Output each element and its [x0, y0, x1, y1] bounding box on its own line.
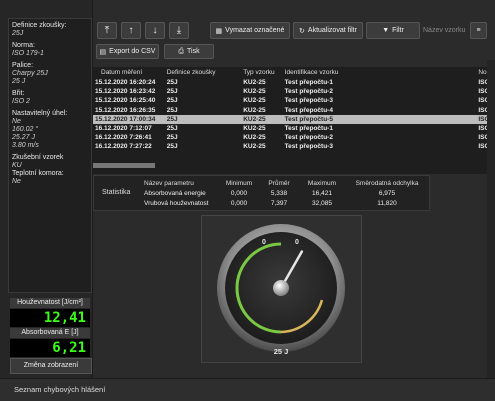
printer-icon: ⎙: [178, 47, 185, 55]
table-cell: Test přepočtu-3: [284, 143, 333, 151]
stats-row: Absorbovaná energie 0,000 5,338 16,421 6…: [144, 189, 396, 197]
table-cell: Test přepočtu-3: [284, 97, 333, 105]
test-parameters-panel: Definice zkoušky: 25J Norma: ISO 179-1 P…: [8, 18, 92, 293]
refresh-icon: ↻: [299, 27, 305, 35]
move-down-button[interactable]: ↓: [145, 22, 165, 39]
param-specimen: Zkušební vzorek KU: [12, 154, 64, 169]
stats-header-row: Název parametru Minimum Průměr Maximum S…: [144, 179, 419, 187]
table-cell: 25J: [166, 134, 178, 142]
table-cell: Test přepočtu-4: [284, 106, 333, 114]
arrow-up-icon: ↑: [128, 25, 134, 36]
move-bottom-button[interactable]: ⤓: [169, 22, 189, 39]
table-cell: 25J: [166, 125, 178, 133]
table-row[interactable]: 15.12.2020 16:26:35 25J KU2-25 Test přepočt…: [93, 106, 495, 115]
table-header-row: Datum měření Definice zkoušky Typ vzorku…: [93, 67, 495, 78]
param-definition: Definice zkoušky: 25J: [12, 22, 67, 37]
table-cell: 25J: [166, 97, 178, 105]
param-chamber: Teplotní komora: Ne: [12, 170, 64, 185]
horizontal-scrollbar[interactable]: [93, 163, 155, 168]
table-cell: Test přepočtu-5: [282, 114, 477, 124]
table-cell: 25J: [164, 114, 242, 124]
move-up-button[interactable]: ↑: [121, 22, 141, 39]
param-angle: Nastavitelný úhel: Ne 160.02 ° 25.27 J 3…: [12, 110, 68, 149]
table-row[interactable]: 16.12.2020 7:27:22 25J KU2-25 Test přepočtu…: [93, 142, 495, 151]
gauge-panel: 0 0 25 J: [201, 215, 362, 363]
gauge-unit-label: 25 J: [274, 347, 289, 356]
table-cell: KU2-25: [243, 125, 266, 133]
delete-icon: ▦: [215, 27, 223, 35]
table-cell: Test přepočtu-1: [284, 79, 333, 87]
table-row[interactable]: 15.12.2020 16:20:24 25J KU2-25 Test přepočt…: [93, 78, 495, 87]
table-cell: 25J: [166, 106, 178, 114]
table-cell: 15.12.2020 16:23:42: [95, 88, 156, 96]
table-cell: 25J: [166, 88, 178, 96]
gauge-label-left: 0: [262, 239, 266, 246]
change-view-button[interactable]: Změna zobrazení: [10, 358, 92, 374]
arrow-bottom-icon: ⤓: [176, 25, 182, 36]
col-type-header[interactable]: Typ vzorku: [241, 67, 282, 78]
arrow-down-icon: ↓: [152, 25, 158, 36]
table-cell: KU2-25: [243, 143, 266, 151]
error-messages-label: Seznam chybových hlášení: [14, 385, 106, 394]
param-hammer: Palice: Charpy 25J 25 J: [12, 62, 48, 85]
param-norm: Norma: ISO 179-1: [12, 42, 44, 57]
error-messages-bar[interactable]: Seznam chybových hlášení: [0, 378, 495, 401]
stats-row: Vrubová houževnatost 0,000 7,397 32,085 …: [144, 199, 397, 207]
col-id-header[interactable]: Identifikace vzorku: [283, 67, 477, 78]
col-definition-header[interactable]: Definice zkoušky: [165, 67, 241, 78]
refresh-filter-button[interactable]: ↻ Aktualizovat filtr: [293, 22, 363, 39]
table-row[interactable]: 15.12.2020 16:23:42 25J KU2-25 Test přepočt…: [93, 87, 495, 96]
table-cell: KU2-25: [241, 114, 283, 124]
energy-label: Absorbovaná E [J]: [10, 328, 90, 338]
table-cell: 15.12.2020 16:26:35: [95, 106, 156, 114]
gauge-hub: [273, 280, 289, 296]
vertical-scrollbar[interactable]: [487, 60, 495, 378]
table-row[interactable]: 15.12.2020 16:25:40 25J KU2-25 Test přepočt…: [93, 96, 495, 105]
table-cell: 16.12.2020 7:27:22: [95, 143, 152, 151]
toughness-label: Houževnatost [J/cm²]: [10, 298, 90, 308]
table-cell: KU2-25: [243, 88, 266, 96]
menu-button[interactable]: ≡: [470, 22, 487, 39]
table-cell: 15.12.2020 16:20:24: [95, 79, 156, 87]
table-cell: 16.12.2020 7:26:41: [95, 134, 152, 142]
menu-icon: ≡: [476, 27, 481, 34]
table-cell: Test přepočtu-2: [284, 88, 333, 96]
table-cell: Test přepočtu-1: [284, 125, 333, 133]
energy-value: 6,21: [10, 339, 90, 357]
table-cell: KU2-25: [243, 106, 266, 114]
print-button[interactable]: ⎙ Tisk: [164, 44, 214, 59]
col-date-header[interactable]: Datum měření: [93, 67, 165, 78]
export-icon: ▤: [99, 48, 107, 56]
table-cell: KU2-25: [243, 79, 266, 87]
arrow-top-icon: ⤒: [104, 25, 110, 36]
measurements-table: Datum měření Definice zkoušky Typ vzorku…: [93, 67, 495, 174]
export-csv-button[interactable]: ▤ Export do CSV: [96, 44, 159, 59]
table-cell: 15.12.2020 16:25:40: [95, 97, 156, 105]
gauge-label-right: 0: [295, 239, 299, 246]
filter-button[interactable]: ▼ Filtr: [366, 22, 420, 39]
table-cell: Test přepočtu-2: [284, 134, 333, 142]
table-row[interactable]: 16.12.2020 7:26:41 25J KU2-25 Test přepočtu…: [93, 133, 495, 142]
statistics-title: Statistika: [102, 189, 131, 196]
table-cell: 25J: [166, 143, 178, 151]
delete-selected-button[interactable]: ▦ Vymazat označené: [210, 22, 290, 39]
table-cell: 25J: [166, 79, 178, 87]
table-cell: 15.12.2020 17:00:34: [93, 114, 165, 124]
table-cell: 16.12.2020 7:12:07: [95, 125, 152, 133]
param-edge: Břit: ISO 2: [12, 90, 30, 105]
table-row[interactable]: 16.12.2020 7:12:07 25J KU2-25 Test přepočtu…: [93, 124, 495, 133]
table-cell: KU2-25: [243, 134, 266, 142]
table-cell: KU2-25: [243, 97, 266, 105]
table-row[interactable]: 15.12.2020 17:00:34 25J KU2-25 Test přepočt…: [93, 114, 495, 124]
toughness-value: 12,41: [10, 309, 90, 327]
move-top-button[interactable]: ⤒: [97, 22, 117, 39]
energy-gauge: 0 0 25 J: [217, 224, 345, 356]
sample-name-search-input[interactable]: Název vzorku: [423, 24, 469, 38]
statistics-panel: Statistika Název parametru Minimum Průmě…: [93, 175, 430, 211]
filter-icon: ▼: [382, 27, 390, 34]
left-panel: Definice zkoušky: 25J Norma: ISO 179-1 P…: [0, 0, 93, 378]
